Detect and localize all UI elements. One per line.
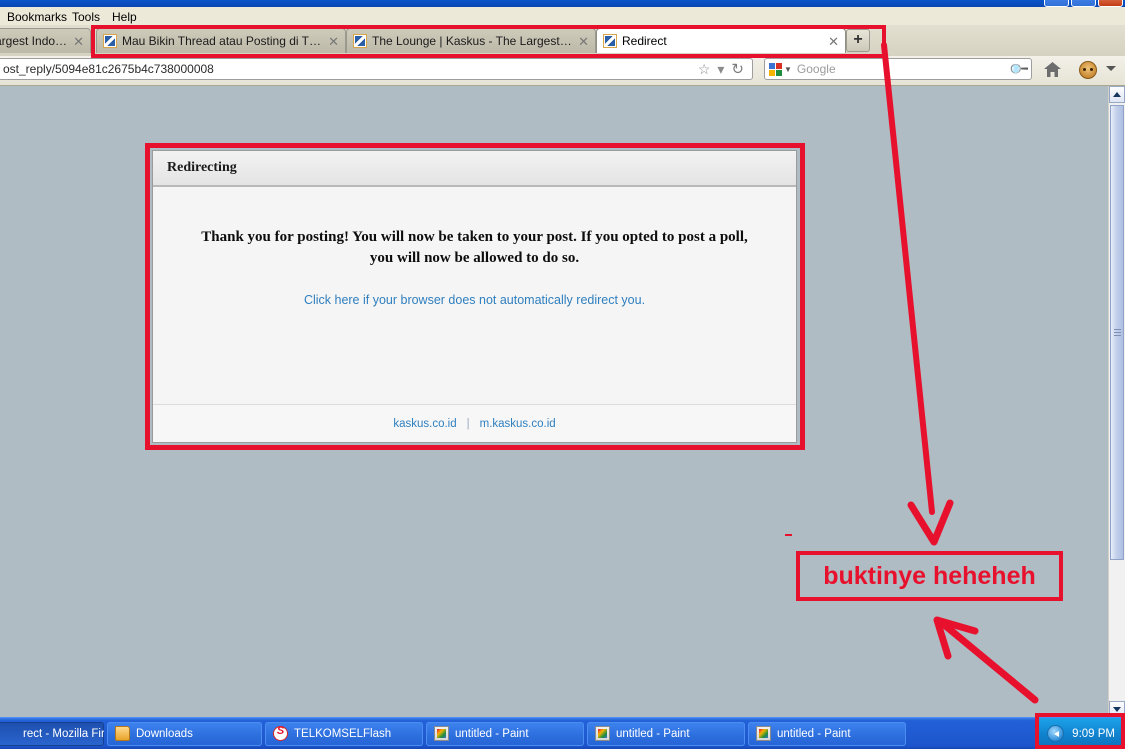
- tab-label: Redirect: [622, 34, 667, 48]
- maximize-button[interactable]: [1071, 0, 1096, 7]
- manual-redirect-link[interactable]: Click here if your browser does not auto…: [304, 293, 645, 307]
- tab-label: The Lounge | Kaskus - The Largest Indon.…: [372, 34, 573, 48]
- google-icon: [769, 62, 782, 76]
- footer-separator: |: [466, 417, 470, 430]
- window-controls: [1044, 0, 1123, 7]
- chevron-down-icon[interactable]: [1106, 66, 1116, 71]
- footer-link-m-kaskus[interactable]: m.kaskus.co.id: [480, 418, 556, 430]
- search-input[interactable]: Google: [797, 62, 1011, 76]
- panel-header: Redirecting: [153, 151, 796, 187]
- tab-the-lounge-kaskus[interactable]: The Lounge | Kaskus - The Largest Indon.…: [346, 28, 596, 53]
- scrollbar-grip-icon: [1114, 328, 1121, 337]
- magnifier-icon[interactable]: 🔍: [1008, 58, 1031, 81]
- tab-redirect[interactable]: Redirect ✕: [596, 28, 846, 53]
- redirect-panel: Redirecting Thank you for posting! You w…: [152, 150, 797, 443]
- close-icon[interactable]: ✕: [73, 35, 84, 48]
- monkey-icon[interactable]: [1079, 61, 1097, 79]
- taskbar-item-firefox[interactable]: rect - Mozilla Fire...: [0, 721, 104, 746]
- chevron-down-icon[interactable]: ▾: [717, 62, 724, 76]
- favicon-icon: [103, 34, 117, 48]
- scroll-down-icon: [1113, 707, 1121, 712]
- taskbar-item-label: rect - Mozilla Fire...: [23, 727, 104, 740]
- menu-item-bookmarks-label: Bookmarks: [7, 10, 68, 24]
- panel-body: Thank you for posting! You will now be t…: [153, 187, 796, 307]
- close-icon[interactable]: ✕: [828, 35, 839, 48]
- favicon-icon: [603, 34, 617, 48]
- address-bar[interactable]: ost_reply/5094e81c2675b4c738000008 ☆ ▾ ↻: [0, 58, 753, 80]
- taskbar-item-paint-2[interactable]: untitled - Paint: [587, 721, 745, 746]
- close-icon[interactable]: ✕: [328, 35, 339, 48]
- menu-bar: Bookmarks Tools Help: [0, 7, 1125, 26]
- favicon-icon: [353, 34, 367, 48]
- system-tray: 9:09 PM: [1038, 718, 1125, 749]
- menu-item-tools-label: Tools: [72, 10, 101, 24]
- taskbar-item-paint-3[interactable]: untitled - Paint: [748, 721, 906, 746]
- tab-label: Mau Bikin Thread atau Posting di The Lou…: [122, 34, 323, 48]
- search-bar[interactable]: ▼ Google 🔍: [764, 58, 1032, 80]
- page-title: Redirecting: [167, 160, 237, 175]
- tray-expand-icon[interactable]: [1047, 725, 1065, 742]
- taskbar-item-label: untitled - Paint: [777, 727, 851, 740]
- minimize-button[interactable]: [1044, 0, 1069, 7]
- address-bar-icons: ☆ ▾ ↻: [698, 62, 748, 77]
- scroll-up-button[interactable]: [1109, 86, 1125, 103]
- taskbar-item-label: untitled - Paint: [455, 727, 529, 740]
- star-icon[interactable]: ☆: [698, 62, 711, 76]
- taskbar-item-downloads[interactable]: Downloads: [107, 721, 262, 746]
- paint-icon: [434, 726, 449, 741]
- redirect-link-row: Click here if your browser does not auto…: [199, 293, 750, 307]
- taskbar: rect - Mozilla Fire... Downloads TELKOMS…: [0, 717, 1125, 749]
- close-icon[interactable]: ✕: [578, 35, 589, 48]
- folder-icon: [115, 726, 130, 741]
- tab-bar: argest Indon... ✕ Mau Bikin Thread atau …: [0, 25, 1125, 56]
- paint-icon: [756, 726, 771, 741]
- new-tab-button[interactable]: +: [846, 29, 870, 52]
- window-title-bar: [0, 0, 1125, 7]
- scroll-up-icon: [1113, 92, 1121, 97]
- close-button[interactable]: [1098, 0, 1123, 7]
- tab-mau-bikin-thread[interactable]: Mau Bikin Thread atau Posting di The Lou…: [96, 28, 346, 53]
- annotation-callout-box: buktinye heheheh: [796, 551, 1063, 601]
- taskbar-item-label: untitled - Paint: [616, 727, 690, 740]
- vertical-scrollbar[interactable]: [1108, 86, 1125, 718]
- menu-item-help-label: Help: [112, 10, 137, 24]
- taskbar-item-telkomselflash[interactable]: TELKOMSELFlash: [265, 721, 423, 746]
- menu-item-tools[interactable]: Tools: [67, 9, 105, 25]
- reload-icon[interactable]: ↻: [731, 62, 744, 77]
- tab-label: argest Indon...: [0, 34, 67, 48]
- taskbar-item-paint-1[interactable]: untitled - Paint: [426, 721, 584, 746]
- navigation-toolbar: ost_reply/5094e81c2675b4c738000008 ☆ ▾ ↻…: [0, 56, 1125, 86]
- firefox-icon: [2, 726, 17, 741]
- clock[interactable]: 9:09 PM: [1072, 728, 1115, 740]
- tab-largest-indon[interactable]: argest Indon... ✕: [0, 28, 91, 53]
- scrollbar-thumb[interactable]: [1110, 105, 1124, 560]
- footer-link-kaskus[interactable]: kaskus.co.id: [393, 418, 456, 430]
- page-viewport: Redirecting Thank you for posting! You w…: [0, 86, 1108, 718]
- panel-footer: kaskus.co.id | m.kaskus.co.id: [153, 404, 796, 442]
- taskbar-item-label: Downloads: [136, 727, 193, 740]
- flash-icon: [273, 725, 288, 741]
- menu-item-help[interactable]: Help: [107, 9, 142, 25]
- home-icon[interactable]: [1044, 62, 1061, 77]
- url-text: ost_reply/5094e81c2675b4c738000008: [3, 62, 214, 76]
- redirect-message: Thank you for posting! You will now be t…: [201, 229, 748, 266]
- chevron-down-icon[interactable]: ▼: [784, 65, 792, 74]
- annotation-text: buktinye heheheh: [823, 561, 1036, 590]
- scroll-down-button[interactable]: [1109, 701, 1125, 718]
- taskbar-item-label: TELKOMSELFlash: [294, 727, 392, 740]
- annotation-dash-mark: [785, 534, 792, 536]
- paint-icon: [595, 726, 610, 741]
- menu-item-bookmarks[interactable]: Bookmarks: [2, 9, 72, 25]
